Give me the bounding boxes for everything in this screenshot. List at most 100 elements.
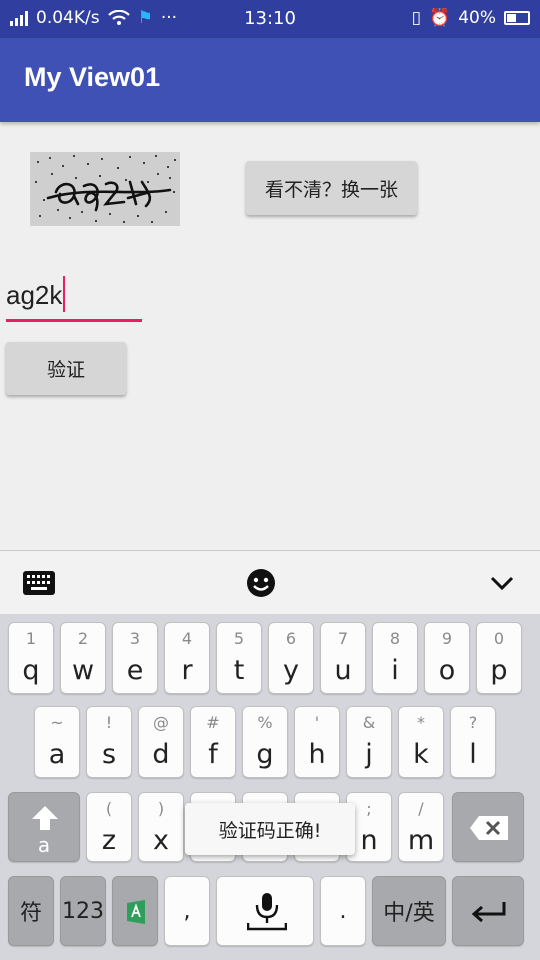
key-sub-label: ~: [50, 713, 64, 732]
alarm-icon: ⏰: [429, 8, 451, 28]
key-sub-label: (: [105, 799, 113, 818]
enter-icon: [471, 902, 506, 923]
key-sub-label: 0: [493, 629, 505, 648]
symbols-key[interactable]: 符: [8, 876, 54, 946]
key-y[interactable]: 6y: [268, 622, 314, 694]
key-a[interactable]: ~ a: [34, 706, 80, 778]
key-k[interactable]: * k: [398, 706, 444, 778]
key-f[interactable]: # f: [190, 706, 236, 778]
key-label: t: [233, 655, 245, 686]
key-label: z: [101, 825, 117, 856]
refresh-captcha-button[interactable]: 看不清？换一张: [246, 161, 417, 215]
key-label: o: [438, 655, 456, 686]
key-sub-label: 9: [441, 629, 453, 648]
key-label: 123: [62, 898, 104, 924]
text-cursor: [63, 276, 65, 312]
key-m[interactable]: / m: [398, 792, 444, 862]
key-label: q: [22, 655, 40, 686]
key-sub-label: 4: [181, 629, 193, 648]
key-sub-label: ': [314, 713, 320, 732]
key-label: f: [208, 739, 218, 770]
key-j[interactable]: & j: [346, 706, 392, 778]
key-label: a: [48, 739, 66, 770]
key-sub-label: ?: [468, 713, 478, 732]
key-sub-label: /: [418, 799, 424, 818]
key-label: 中/英: [383, 901, 435, 926]
key-label: h: [308, 739, 326, 770]
emoji-icon[interactable]: [246, 568, 276, 598]
soft-keyboard: 1q 2w 3e 4r 5t 6y 7u 8i 9o 0p ~ a ! s @ d #…: [0, 614, 540, 960]
shift-sub-label: a: [37, 833, 51, 857]
captcha-input[interactable]: ag2k: [6, 272, 142, 322]
toast-message: 验证码正确!: [185, 803, 355, 855]
key-sub-label: #: [206, 713, 220, 732]
key-l[interactable]: ? l: [450, 706, 496, 778]
space-key[interactable]: [216, 876, 314, 946]
key-label: g: [256, 739, 274, 770]
input-method-key[interactable]: [112, 876, 158, 946]
comma-key[interactable]: ,: [164, 876, 210, 946]
key-sub-label: *: [417, 713, 425, 732]
input-underline: [6, 319, 142, 322]
key-label: d: [152, 739, 170, 770]
key-t[interactable]: 5t: [216, 622, 262, 694]
shift-arrow-icon: [32, 806, 58, 830]
key-g[interactable]: % g: [242, 706, 288, 778]
key-q[interactable]: 1q: [8, 622, 54, 694]
app-bar: My View01: [0, 38, 540, 122]
key-sub-label: 7: [337, 629, 349, 648]
key-p[interactable]: 0p: [476, 622, 522, 694]
language-toggle-key[interactable]: 中/英: [372, 876, 446, 946]
key-sub-label: %: [257, 713, 273, 732]
key-sub-label: &: [362, 713, 376, 732]
key-i[interactable]: 8i: [372, 622, 418, 694]
key-label: y: [283, 655, 299, 686]
app-title: My View01: [24, 62, 161, 92]
key-sub-label: 2: [77, 629, 89, 648]
backspace-key[interactable]: [452, 792, 524, 862]
captcha-drawing: [35, 155, 176, 223]
enter-key[interactable]: [452, 876, 524, 946]
key-sub-label: 5: [233, 629, 245, 648]
input-method-icon: [127, 900, 145, 924]
backspace-icon: [470, 816, 508, 840]
key-sub-label: @: [153, 713, 169, 732]
key-label: u: [334, 655, 352, 686]
key-label: k: [413, 739, 429, 770]
keyboard-icon[interactable]: [22, 570, 56, 596]
period-key[interactable]: .: [320, 876, 366, 946]
key-label: l: [469, 739, 477, 770]
battery-percent: 40%: [458, 8, 496, 28]
numbers-key[interactable]: 123: [60, 876, 106, 946]
key-z[interactable]: (z: [86, 792, 132, 862]
key-label: i: [391, 655, 399, 686]
key-label: w: [71, 655, 95, 686]
key-h[interactable]: ' h: [294, 706, 340, 778]
key-sub-label: 6: [285, 629, 297, 648]
microphone-icon: [247, 893, 287, 931]
key-u[interactable]: 7u: [320, 622, 366, 694]
key-label: p: [490, 655, 508, 686]
key-w[interactable]: 2w: [60, 622, 106, 694]
status-bar: 0.04K/s ⚑ ··· 13:10 ▯ ⏰ 40%: [0, 0, 540, 38]
key-d[interactable]: @ d: [138, 706, 184, 778]
key-sub-label: 1: [25, 629, 37, 648]
keyboard-toolbar: [0, 550, 540, 614]
verify-button[interactable]: 验证: [6, 342, 126, 395]
key-sub-label: ): [157, 799, 165, 818]
key-label: m: [407, 825, 435, 856]
key-r[interactable]: 4r: [164, 622, 210, 694]
key-s[interactable]: ! s: [86, 706, 132, 778]
key-e[interactable]: 3e: [112, 622, 158, 694]
key-label: .: [339, 898, 347, 924]
key-label: r: [181, 655, 193, 686]
shift-key[interactable]: a: [8, 792, 80, 862]
collapse-keyboard-icon[interactable]: [490, 575, 514, 591]
captcha-input-value: ag2k: [6, 280, 63, 310]
key-o[interactable]: 9o: [424, 622, 470, 694]
key-x[interactable]: ) x: [138, 792, 184, 862]
vibrate-icon: ▯: [411, 8, 422, 28]
key-label: j: [365, 739, 373, 770]
status-right: ▯ ⏰ 40%: [412, 8, 530, 28]
captcha-image[interactable]: [30, 152, 180, 226]
